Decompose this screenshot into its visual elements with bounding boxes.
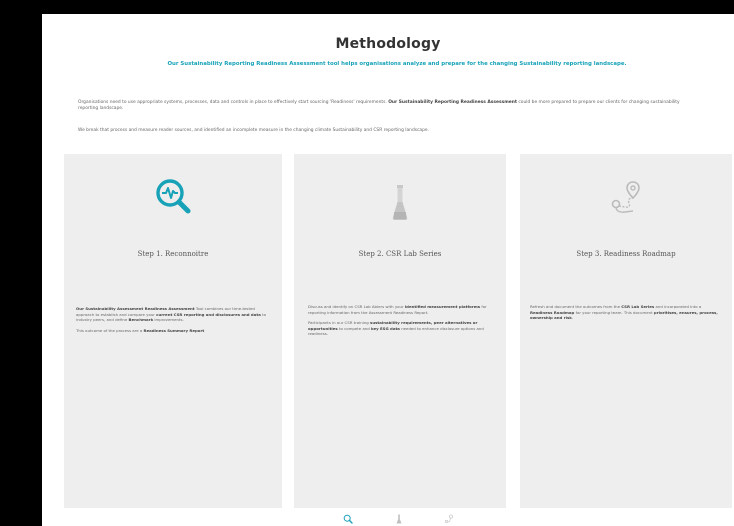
- step-title: Step 2. CSR Lab Series: [358, 250, 442, 258]
- body-bold: key ESG data: [371, 325, 400, 331]
- step-body: Discuss and identify on CSR Lab Ablers w…: [308, 304, 492, 342]
- intro-paragraph-2: We break that process and measure reader…: [78, 128, 430, 133]
- step-nav: [42, 514, 734, 526]
- step-title: Step 3. Readiness Roadmap: [576, 250, 676, 258]
- body-text: improvements.: [154, 317, 184, 323]
- body-bold: Benchmark: [128, 317, 154, 323]
- intro-text: Organisations need to use appropriate sy…: [78, 100, 387, 105]
- step-card-csr-lab: Step 2. CSR Lab Series Discuss and ident…: [294, 154, 506, 508]
- body-bold: current CSR reporting and disclosures an…: [156, 311, 261, 317]
- flask-icon: [390, 184, 410, 226]
- body-text: and incorporated into a: [655, 304, 702, 309]
- body-text: .: [571, 315, 574, 321]
- intro-paragraph-1: Organisations need to use appropriate sy…: [78, 100, 698, 112]
- nav-step-3-button[interactable]: [444, 514, 454, 524]
- nav-step-1-button[interactable]: [343, 514, 353, 524]
- body-text: Participants in our CSR training: [308, 320, 369, 326]
- body-bold: Readiness Summary Report: [143, 327, 205, 333]
- methodology-page: Methodology Our Sustainability Reporting…: [42, 14, 734, 526]
- route-map-icon: [444, 514, 454, 524]
- body-text: Refresh and document the outcomes from t…: [530, 304, 620, 309]
- body-bold: identified measurement platforms: [404, 304, 481, 309]
- flask-icon: [396, 514, 402, 524]
- search-health-icon: [343, 514, 353, 524]
- page-title: Methodology: [335, 36, 441, 52]
- intro-highlight: Our Sustainability Reporting Readiness A…: [388, 100, 517, 105]
- step-title: Step 1. Reconnoitre: [137, 250, 209, 258]
- step-card-roadmap: Step 3. Readiness Roadmap Refresh and do…: [520, 154, 732, 508]
- body-bold: Readiness Roadmap: [530, 309, 575, 315]
- step-body: Our Sustainability Assessment Readiness …: [76, 306, 268, 338]
- route-map-icon: [609, 180, 643, 220]
- search-health-icon: [153, 176, 193, 226]
- step-body: Refresh and document the outcomes from t…: [530, 304, 718, 326]
- body-bold: CSR Lab Series: [621, 304, 655, 309]
- nav-step-2-button[interactable]: [394, 514, 404, 524]
- page-subtitle: Our Sustainability Reporting Readiness A…: [167, 61, 627, 67]
- body-bold: Our Sustainability Assessment Readiness …: [76, 306, 195, 311]
- body-text: This outcome of the process are a: [76, 327, 143, 333]
- body-text: to compete and: [338, 325, 370, 331]
- body-text: Discuss and identify on CSR Lab Ablers w…: [308, 304, 404, 309]
- step-card-reconnoitre: Step 1. Reconnoitre Our Sustainability A…: [64, 154, 282, 508]
- body-text: for your reporting team. This document: [575, 309, 653, 315]
